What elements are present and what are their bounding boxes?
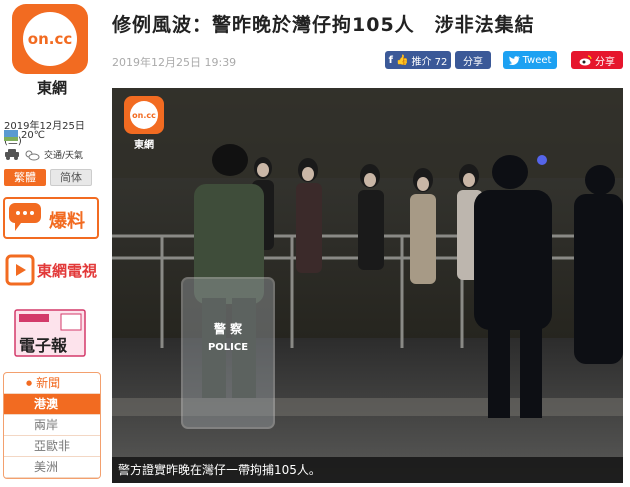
- lang-simplified-button[interactable]: 简体: [50, 169, 92, 186]
- article-title: 修例風波：警昨晚於灣仔拘105人 涉非法集結: [112, 14, 535, 36]
- facebook-share-button[interactable]: 分享: [455, 51, 491, 69]
- traffic-weather-label: 交通/天氣: [44, 151, 84, 161]
- site-logo[interactable]: on.cc: [12, 4, 88, 74]
- weather-icon: [4, 130, 18, 141]
- sun-cloud-icon: [25, 150, 40, 160]
- baoliao-label: 爆料: [49, 211, 85, 232]
- facebook-icon: f: [388, 54, 393, 66]
- nav-item-news[interactable]: 新聞: [4, 373, 100, 394]
- weather[interactable]: 20℃: [4, 130, 45, 141]
- epaper-label: 電子報: [19, 336, 68, 355]
- photo-caption: 警方證實昨晚在灣仔一帶拘捕105人。: [112, 457, 623, 483]
- lang-traditional-button[interactable]: 繁體: [4, 169, 46, 186]
- speech-bubble-icon: [9, 203, 41, 231]
- traffic-weather-link[interactable]: 交通/天氣: [4, 148, 83, 161]
- weibo-share-button[interactable]: 分享: [571, 51, 623, 69]
- epaper-banner[interactable]: 電子報: [3, 306, 99, 362]
- page: on.cc 東網 2019年12月25日 (三) 20℃ 交通/天氣 繁體 简体: [0, 0, 630, 487]
- photo-scene: 警 察 POLICE: [112, 88, 623, 483]
- thumbs-up-icon: 👍: [396, 54, 409, 66]
- nav-item-cross-strait[interactable]: 兩岸: [4, 415, 100, 436]
- svg-text:警 察: 警 察: [213, 321, 243, 336]
- photo-watermark-name: 東網: [134, 140, 154, 151]
- oncc-tv-banner[interactable]: 東網電視: [3, 250, 99, 292]
- site-name: 東網: [36, 79, 67, 97]
- car-icon: [5, 149, 19, 160]
- nav-item-americas[interactable]: 美洲: [4, 457, 100, 478]
- facebook-like-button[interactable]: f 👍 推介 72: [385, 51, 451, 69]
- section-nav: 新聞 港澳 兩岸 亞歐非 美洲: [3, 372, 101, 479]
- svg-text:POLICE: POLICE: [208, 342, 248, 353]
- oncc-tv-label: 東網電視: [37, 262, 98, 280]
- tweet-label: Tweet: [522, 54, 552, 66]
- baoliao-banner[interactable]: 爆料: [3, 197, 99, 239]
- photo-watermark-logo: on.cc: [124, 96, 164, 134]
- sidebar: on.cc 東網 2019年12月25日 (三) 20℃ 交通/天氣 繁體 简体: [0, 0, 104, 487]
- temperature: 20℃: [21, 130, 45, 141]
- logo-text: on.cc: [27, 29, 73, 48]
- article-timestamp: 2019年12月25日 19:39: [112, 56, 237, 69]
- tweet-button[interactable]: Tweet: [503, 51, 557, 69]
- twitter-bird-icon: [508, 55, 520, 65]
- nav-item-asia-europe-africa[interactable]: 亞歐非: [4, 436, 100, 457]
- tv-icon: [5, 254, 35, 286]
- nav-item-hk-macau[interactable]: 港澳: [4, 394, 100, 415]
- weibo-label: 分享: [595, 56, 615, 68]
- article-photo[interactable]: 警 察 POLICE on.cc 東網 警方證實昨晚在灣仔一帶拘捕105人。: [112, 88, 623, 483]
- weibo-icon: [579, 54, 592, 65]
- like-label: 推介 72: [411, 56, 448, 68]
